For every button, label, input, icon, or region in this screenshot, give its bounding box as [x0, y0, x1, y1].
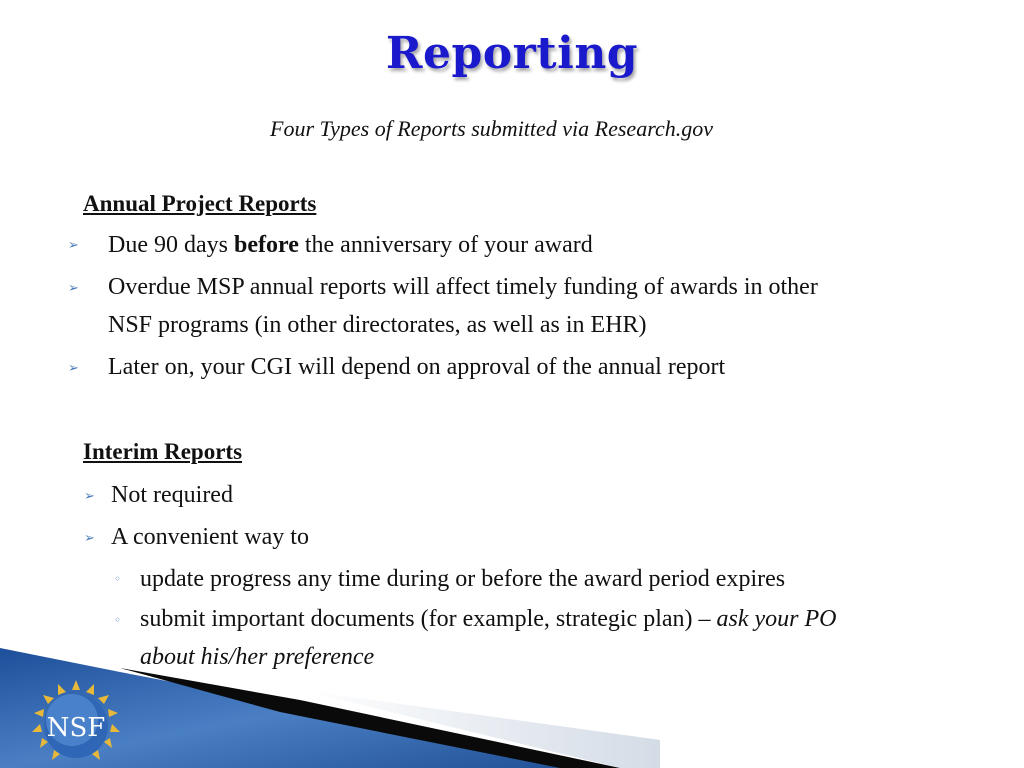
- section-heading-interim: Interim Reports: [83, 439, 243, 464]
- nsf-logo-icon: NSF: [32, 680, 120, 760]
- bullet-text: the anniversary of your award: [298, 232, 593, 258]
- bullet-due-90-days: Due 90 days before the anniversary of yo…: [108, 226, 593, 264]
- subbullet-text: submit important documents (for example,…: [140, 606, 717, 632]
- bullet-text: Due 90 days: [108, 232, 234, 258]
- arrow-bullet-icon: ➢: [84, 489, 95, 504]
- bullet-convenient-way: A convenient way to: [111, 524, 309, 550]
- arrow-bullet-icon: ➢: [84, 531, 95, 546]
- circle-bullet-icon: ◦: [114, 572, 122, 586]
- nsf-logo-text: NSF: [47, 713, 106, 743]
- arrow-bullet-icon: ➢: [68, 238, 79, 253]
- slide-subtitle: Four Types of Reports submitted via Rese…: [270, 116, 713, 141]
- circle-bullet-icon: ◦: [114, 613, 122, 627]
- subbullet-submit-documents: submit important documents (for example,…: [140, 600, 837, 676]
- subbullet-italic-text: ask your PO: [716, 606, 837, 632]
- section-heading-annual: Annual Project Reports: [83, 191, 317, 216]
- bullet-not-required: Not required: [111, 482, 233, 508]
- subbullet-update-progress: update progress any time during or befor…: [140, 566, 786, 592]
- bullet-text-line1: Overdue MSP annual reports will affect t…: [108, 274, 818, 300]
- arrow-bullet-icon: ➢: [68, 281, 79, 296]
- bullet-text-line2: NSF programs (in other directorates, as …: [108, 312, 647, 338]
- arrow-bullet-icon: ➢: [68, 361, 79, 376]
- bullet-cgi-approval: Later on, your CGI will depend on approv…: [108, 354, 726, 380]
- subbullet-italic-line2: about his/her preference: [140, 644, 375, 670]
- slide-title: Reporting: [385, 28, 639, 79]
- bullet-bold-text: before: [233, 232, 299, 258]
- bullet-overdue-reports: Overdue MSP annual reports will affect t…: [108, 268, 818, 344]
